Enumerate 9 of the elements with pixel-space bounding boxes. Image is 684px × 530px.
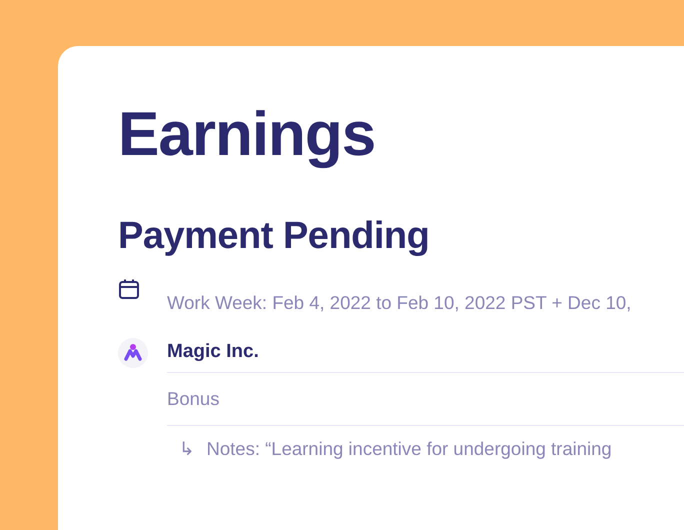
earning-type: Bonus	[167, 373, 684, 426]
section-title: Payment Pending	[118, 214, 430, 258]
work-week-text: Work Week: Feb 4, 2022 to Feb 10, 2022 PST + Dec 10,	[167, 292, 632, 314]
reply-arrow-icon: ↳	[179, 438, 195, 460]
company-logo-icon	[118, 338, 148, 368]
calendar-icon	[118, 278, 140, 300]
page-title: Earnings	[118, 99, 376, 171]
notes-text: Notes: “Learning incentive for undergoing training	[206, 438, 612, 460]
company-name: Magic Inc.	[167, 338, 684, 373]
